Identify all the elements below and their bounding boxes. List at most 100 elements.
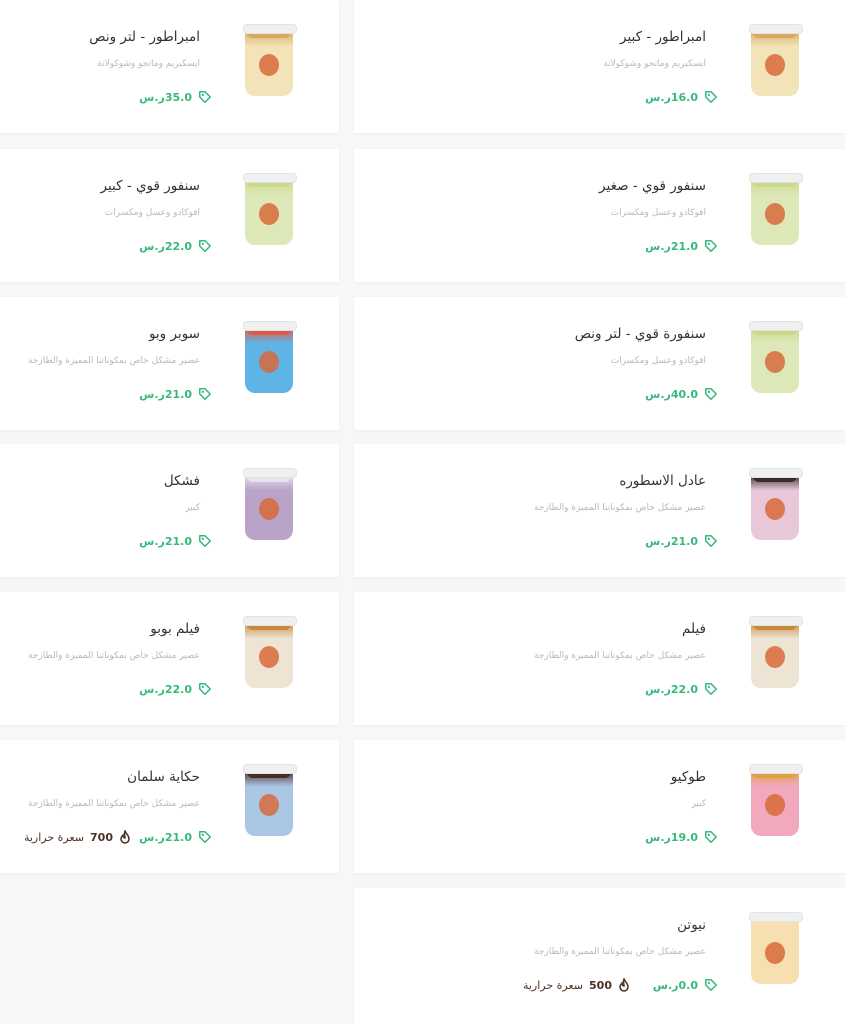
product-price: 22.0 ر.س — [135, 680, 212, 698]
product-description: كبير — [691, 799, 706, 809]
product-price: 21.0 ر.س — [641, 532, 718, 550]
menu-item-card[interactable]: فيلم بوبو عصير مشكل خاص بمكوناتنا المميزة… — [0, 592, 339, 725]
product-price: 21.0 ر.س — [641, 237, 718, 255]
product-price: 40.0 ر.س — [641, 385, 718, 403]
product-description: ايسكيريم وماتجو وشوكولاتة — [97, 59, 200, 69]
product-description: ايسكيريم وماتجو وشوكولاتة — [603, 59, 706, 69]
price-value: 22.0 — [164, 239, 192, 253]
menu-item-card[interactable]: طوكيو كبير 19.0 ر.س — [354, 740, 845, 873]
product-description: عصير مشكل خاص بمكوناتنا المميزة والطازجة — [27, 356, 200, 366]
menu-grid: امبراطور - كبير ايسكيريم وماتجو وشوكولاتة… — [0, 0, 845, 1024]
price-value: 21.0 — [164, 387, 192, 401]
price-currency: ر.س — [139, 90, 165, 104]
product-name: امبراطور - كبير — [620, 29, 706, 45]
product-name: حكاية سلمان — [127, 769, 200, 785]
product-name: نيوتن — [677, 917, 706, 933]
product-price: 21.0 ر.س — [135, 828, 212, 846]
product-description: عصير مشكل خاص بمكوناتنا المميزة والطازجة — [533, 947, 706, 957]
product-image — [241, 173, 297, 247]
product-price: 22.0 ر.س — [135, 237, 212, 255]
price-currency: ر.س — [139, 239, 165, 253]
product-name: فيلم بوبو — [150, 621, 200, 637]
product-description: عصير مشكل خاص بمكوناتنا المميزة والطازجة — [533, 651, 706, 661]
price-value: 16.0 — [670, 90, 698, 104]
product-calories: 700 سعرة حرارية — [24, 828, 131, 846]
price-tag-icon — [198, 239, 212, 253]
menu-item-card[interactable]: سنفور قوي - صغير افوكادو وعسل ومكسرات 21.0… — [354, 149, 845, 282]
menu-item-card[interactable]: سنفورة قوي - لتر ونص افوكادو وعسل ومكسرات… — [354, 297, 845, 430]
price-currency: ر.س — [139, 830, 165, 844]
price-tag-icon — [704, 534, 718, 548]
product-name: فشكل — [163, 473, 200, 489]
product-name: طوكيو — [670, 769, 706, 785]
product-image — [747, 912, 803, 986]
price-tag-icon — [704, 830, 718, 844]
price-value: 35.0 — [164, 90, 192, 104]
calorie-unit: سعرة حرارية — [522, 978, 584, 992]
product-price: 21.0 ر.س — [135, 385, 212, 403]
product-name: سنفور قوي - كبير — [100, 178, 200, 194]
price-currency: ر.س — [652, 978, 679, 992]
price-tag-icon — [198, 830, 212, 844]
product-price: 21.0 ر.س — [135, 532, 212, 550]
menu-item-card[interactable]: فشكل كبير 21.0 ر.س — [0, 444, 339, 577]
calorie-value: 500 — [589, 978, 612, 992]
product-description: عصير مشكل خاص بمكوناتنا المميزة والطازجة — [533, 503, 706, 513]
price-currency: ر.س — [645, 387, 671, 401]
product-description: افوكادو وعسل ومكسرات — [104, 208, 200, 218]
price-currency: ر.س — [645, 90, 671, 104]
price-currency: ر.س — [139, 387, 165, 401]
price-currency: ر.س — [139, 682, 165, 696]
product-price: 19.0 ر.س — [641, 828, 718, 846]
price-tag-icon — [198, 387, 212, 401]
price-currency: ر.س — [645, 830, 671, 844]
product-name: امبراطور - لتر ونص — [89, 29, 200, 45]
price-tag-icon — [198, 682, 212, 696]
menu-item-card[interactable]: عادل الاسطوره عصير مشكل خاص بمكوناتنا الم… — [354, 444, 845, 577]
price-value: 22.0 — [670, 682, 698, 696]
price-tag-icon — [704, 682, 718, 696]
menu-item-card[interactable]: نيوتن عصير مشكل خاص بمكوناتنا المميزة وال… — [354, 888, 845, 1024]
menu-item-card[interactable]: امبراطور - لتر ونص ايسكيريم وماتجو وشوكول… — [0, 0, 339, 133]
product-price: 16.0 ر.س — [641, 88, 718, 106]
price-value: 22.0 — [164, 682, 192, 696]
product-description: افوكادو وعسل ومكسرات — [610, 356, 706, 366]
menu-item-card[interactable]: سنفور قوي - كبير افوكادو وعسل ومكسرات 22.0… — [0, 149, 339, 282]
product-description: عصير مشكل خاص بمكوناتنا المميزة والطازجة — [27, 799, 200, 809]
product-price: 35.0 ر.س — [135, 88, 212, 106]
price-tag-icon — [704, 239, 718, 253]
flame-icon — [618, 976, 630, 992]
product-image — [241, 764, 297, 838]
product-name: فيلم — [682, 621, 706, 637]
calorie-value: 700 — [90, 830, 113, 844]
price-tag-icon — [198, 534, 212, 548]
menu-item-card[interactable]: سوبر وبو عصير مشكل خاص بمكوناتنا المميزة … — [0, 297, 339, 430]
price-value: 21.0 — [670, 534, 698, 548]
price-value: 0.0 — [678, 978, 699, 992]
product-calories: 500 سعرة حرارية — [523, 976, 630, 994]
price-tag-icon — [704, 90, 718, 104]
price-currency: ر.س — [645, 239, 671, 253]
product-price: 0.0 ر.س — [649, 976, 718, 994]
price-value: 19.0 — [670, 830, 698, 844]
price-currency: ر.س — [645, 682, 671, 696]
price-currency: ر.س — [645, 534, 671, 548]
product-name: سوبر وبو — [148, 326, 200, 342]
price-value: 21.0 — [670, 239, 698, 253]
product-image — [241, 321, 297, 395]
flame-icon — [119, 828, 131, 844]
price-currency: ر.س — [139, 534, 165, 548]
calorie-unit: سعرة حرارية — [23, 830, 85, 844]
menu-item-card[interactable]: حكاية سلمان عصير مشكل خاص بمكوناتنا الممي… — [0, 740, 339, 873]
product-image — [747, 173, 803, 247]
price-value: 21.0 — [164, 534, 192, 548]
menu-item-card[interactable]: فيلم عصير مشكل خاص بمكوناتنا المميزة والط… — [354, 592, 845, 725]
product-description: كبير — [185, 503, 200, 513]
menu-item-card[interactable]: امبراطور - كبير ايسكيريم وماتجو وشوكولاتة… — [354, 0, 845, 133]
product-image — [747, 24, 803, 98]
product-image — [241, 616, 297, 690]
product-name: عادل الاسطوره — [619, 473, 706, 489]
product-description: عصير مشكل خاص بمكوناتنا المميزة والطازجة — [27, 651, 200, 661]
product-name: سنفورة قوي - لتر ونص — [574, 326, 706, 342]
product-image — [747, 321, 803, 395]
